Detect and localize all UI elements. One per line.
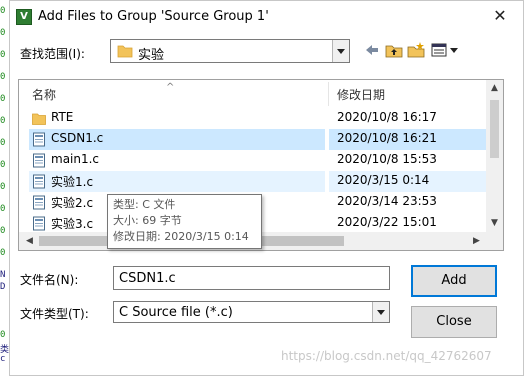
file-type-dropdown[interactable]: C Source file (*.c) xyxy=(113,301,390,323)
background-editor-strip: 0 0 0 0 0 0 0 0 0 0 0 0 N D 0 类 c xyxy=(0,0,9,376)
file-date-cell[interactable]: 2020/10/8 15:53 xyxy=(329,150,497,171)
file-name-cell[interactable]: RTE xyxy=(29,108,325,129)
file-name-text: main1.c xyxy=(51,152,100,166)
column-header-date[interactable]: 修改日期 xyxy=(337,84,385,106)
file-name-text: 实验2.c xyxy=(51,196,94,210)
file-date-cell[interactable]: 2020/3/14 23:53 xyxy=(329,192,497,213)
file-name-value: CSDN1.c xyxy=(119,271,176,286)
c-file-icon xyxy=(33,195,45,210)
column-header-name[interactable]: 名称 xyxy=(32,84,56,106)
file-date-text: 2020/3/14 23:53 xyxy=(337,194,437,208)
file-date-text: 2020/10/8 15:53 xyxy=(337,152,437,166)
file-name-label: 文件名(N): xyxy=(20,273,79,287)
up-folder-icon[interactable] xyxy=(385,41,403,59)
tooltip-size: 大小: 69 字节 xyxy=(113,214,182,227)
look-in-value: 实验 xyxy=(138,48,165,63)
tooltip-date: 修改日期: 2020/3/15 0:14 xyxy=(113,230,249,243)
vertical-scroll-thumb[interactable] xyxy=(490,100,499,158)
look-in-label: 查找范围(I): xyxy=(20,47,85,61)
file-row[interactable]: RTE 2020/10/8 16:17 xyxy=(19,108,497,129)
look-in-dropdown[interactable]: 实验 xyxy=(110,39,350,63)
c-file-icon xyxy=(33,174,45,189)
c-file-icon xyxy=(33,216,45,231)
file-row[interactable]: 实验1.c 2020/3/15 0:14 xyxy=(19,171,497,192)
tooltip-type: 类型: C 文件 xyxy=(113,198,176,211)
scroll-right-icon[interactable]: ▶ xyxy=(468,232,485,250)
view-menu-icon[interactable] xyxy=(430,41,460,59)
file-info-tooltip: 类型: C 文件 大小: 69 字节 修改日期: 2020/3/15 0:14 xyxy=(107,194,262,249)
close-button[interactable]: Close xyxy=(411,306,497,338)
dialog-title: Add Files to Group 'Source Group 1' xyxy=(38,9,269,24)
file-date-cell[interactable]: 2020/10/8 16:21 xyxy=(329,129,497,150)
keil-app-icon: V xyxy=(16,9,32,25)
add-files-dialog: V Add Files to Group 'Source Group 1' ✕ … xyxy=(9,0,524,376)
file-date-cell[interactable]: 2020/10/8 16:17 xyxy=(329,108,497,129)
file-name-text: 实验3.c xyxy=(51,217,94,231)
file-name-text: CSDN1.c xyxy=(51,131,104,145)
scroll-up-icon[interactable]: ▲ xyxy=(486,80,503,97)
add-button[interactable]: Add xyxy=(411,265,497,297)
file-date-text: 2020/3/15 0:14 xyxy=(337,173,430,187)
file-name-text: 实验1.c xyxy=(51,175,94,189)
close-icon[interactable]: ✕ xyxy=(491,7,509,25)
c-file-icon xyxy=(33,153,45,168)
folder-icon xyxy=(117,45,133,58)
file-date-text: 2020/10/8 16:17 xyxy=(337,110,437,124)
back-arrow-icon[interactable] xyxy=(363,41,381,59)
vertical-scrollbar[interactable]: ▲ ▼ xyxy=(486,80,503,232)
column-divider[interactable] xyxy=(328,82,329,106)
file-name-cell[interactable]: main1.c xyxy=(29,150,325,171)
file-type-label: 文件类型(T): xyxy=(20,307,89,321)
watermark: https://blog.csdn.net/qq_42762607 xyxy=(281,349,492,363)
chevron-down-icon[interactable] xyxy=(332,40,349,62)
chevron-down-icon[interactable] xyxy=(372,302,389,322)
file-date-text: 2020/10/8 16:21 xyxy=(337,131,437,145)
file-date-text: 2020/3/22 15:01 xyxy=(337,215,437,229)
file-type-value: C Source file (*.c) xyxy=(119,305,233,320)
file-name-text: RTE xyxy=(51,110,74,124)
scroll-left-icon[interactable]: ◀ xyxy=(21,232,38,250)
new-folder-icon[interactable] xyxy=(407,41,425,59)
file-date-cell[interactable]: 2020/3/22 15:01 xyxy=(329,213,497,234)
scroll-down-icon[interactable]: ▼ xyxy=(486,215,503,232)
c-file-icon xyxy=(33,132,45,147)
file-name-input[interactable]: CSDN1.c xyxy=(113,266,390,290)
title-bar: V Add Files to Group 'Source Group 1' ✕ xyxy=(10,1,523,33)
file-name-cell[interactable]: 实验1.c xyxy=(29,171,325,192)
file-date-cell[interactable]: 2020/3/15 0:14 xyxy=(329,171,497,192)
file-name-cell[interactable]: CSDN1.c xyxy=(29,129,325,150)
file-row[interactable]: CSDN1.c 2020/10/8 16:21 xyxy=(19,129,497,150)
folder-icon xyxy=(32,113,46,125)
file-row[interactable]: main1.c 2020/10/8 15:53 xyxy=(19,150,497,171)
sort-caret-icon: ^ xyxy=(166,82,175,93)
